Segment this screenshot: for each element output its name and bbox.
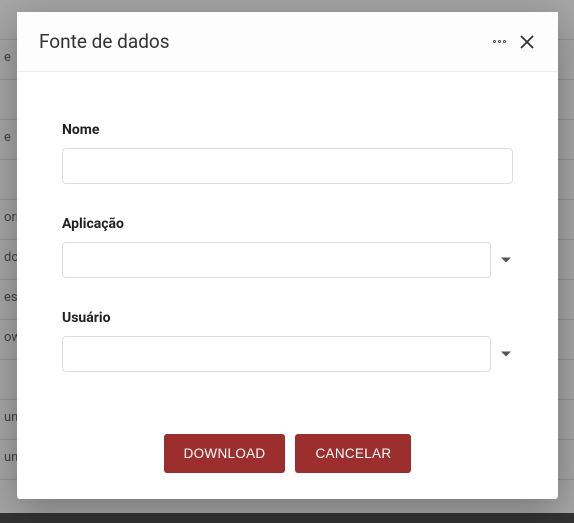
modal-header: Fonte de dados [17, 12, 558, 72]
more-icon[interactable] [493, 40, 506, 43]
modal-footer: DOWNLOAD CANCELAR [17, 434, 558, 523]
close-icon[interactable] [518, 33, 536, 51]
application-input[interactable] [62, 242, 491, 278]
modal-title: Fonte de dados [39, 30, 170, 53]
user-label: Usuário [62, 310, 513, 326]
modal-dialog: Fonte de dados Nome Aplicação [17, 12, 558, 499]
name-input[interactable] [62, 148, 513, 184]
form-group-user: Usuário [62, 310, 513, 372]
name-label: Nome [62, 122, 513, 138]
chevron-down-icon[interactable] [499, 347, 513, 361]
modal-body: Nome Aplicação Usuário [17, 72, 558, 434]
form-group-application: Aplicação [62, 216, 513, 278]
cancel-button[interactable]: CANCELAR [295, 434, 411, 473]
form-group-name: Nome [62, 122, 513, 184]
chevron-down-icon[interactable] [499, 253, 513, 267]
application-label: Aplicação [62, 216, 513, 232]
user-input[interactable] [62, 336, 491, 372]
header-icons [493, 33, 536, 51]
download-button[interactable]: DOWNLOAD [164, 434, 286, 473]
